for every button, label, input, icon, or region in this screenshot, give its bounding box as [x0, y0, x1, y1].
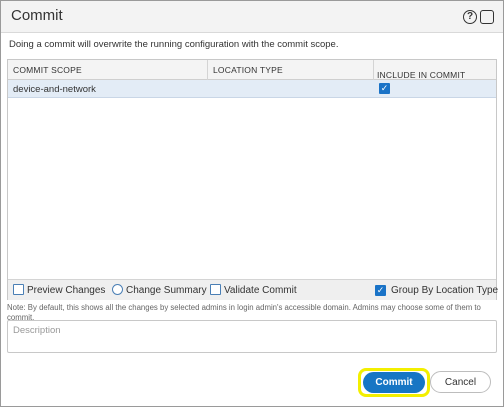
note-text: Note: By default, this shows all the cha… — [7, 303, 481, 320]
cell-commit-scope: device-and-network — [13, 84, 96, 95]
help-icon[interactable]: ? — [463, 10, 477, 24]
group-by-location-label: Group By Location Type — [391, 285, 499, 296]
validate-icon — [210, 284, 221, 295]
table-header: COMMIT SCOPE LOCATION TYPE INCLUDE IN CO… — [8, 60, 496, 80]
intro-text: Doing a commit will overwrite the runnin… — [9, 39, 339, 50]
summary-icon — [112, 284, 123, 295]
preview-changes-button[interactable]: Preview Changes — [13, 284, 105, 296]
change-summary-button[interactable]: Change Summary — [112, 284, 207, 296]
table-action-bar: Preview Changes Change Summary Validate … — [8, 279, 499, 300]
table-row[interactable]: device-and-network ✓ — [8, 80, 496, 98]
validate-commit-label: Validate Commit — [224, 285, 297, 296]
commit-dialog: Commit ? Doing a commit will overwrite t… — [0, 0, 504, 407]
description-field[interactable] — [7, 320, 497, 353]
minimize-icon[interactable] — [480, 10, 494, 24]
dialog-title: Commit — [11, 7, 63, 24]
include-in-commit-checkbox[interactable]: ✓ — [379, 83, 390, 94]
validate-commit-button[interactable]: Validate Commit — [210, 284, 297, 296]
preview-changes-label: Preview Changes — [27, 285, 106, 296]
group-by-location-checkbox[interactable]: ✓ — [375, 285, 386, 296]
commit-button[interactable]: Commit — [363, 372, 425, 393]
preview-icon — [13, 284, 24, 295]
commit-scope-table: COMMIT SCOPE LOCATION TYPE INCLUDE IN CO… — [7, 59, 499, 300]
dialog-titlebar: Commit ? — [1, 1, 503, 33]
cancel-button[interactable]: Cancel — [430, 371, 491, 393]
change-summary-label: Change Summary — [126, 285, 207, 296]
